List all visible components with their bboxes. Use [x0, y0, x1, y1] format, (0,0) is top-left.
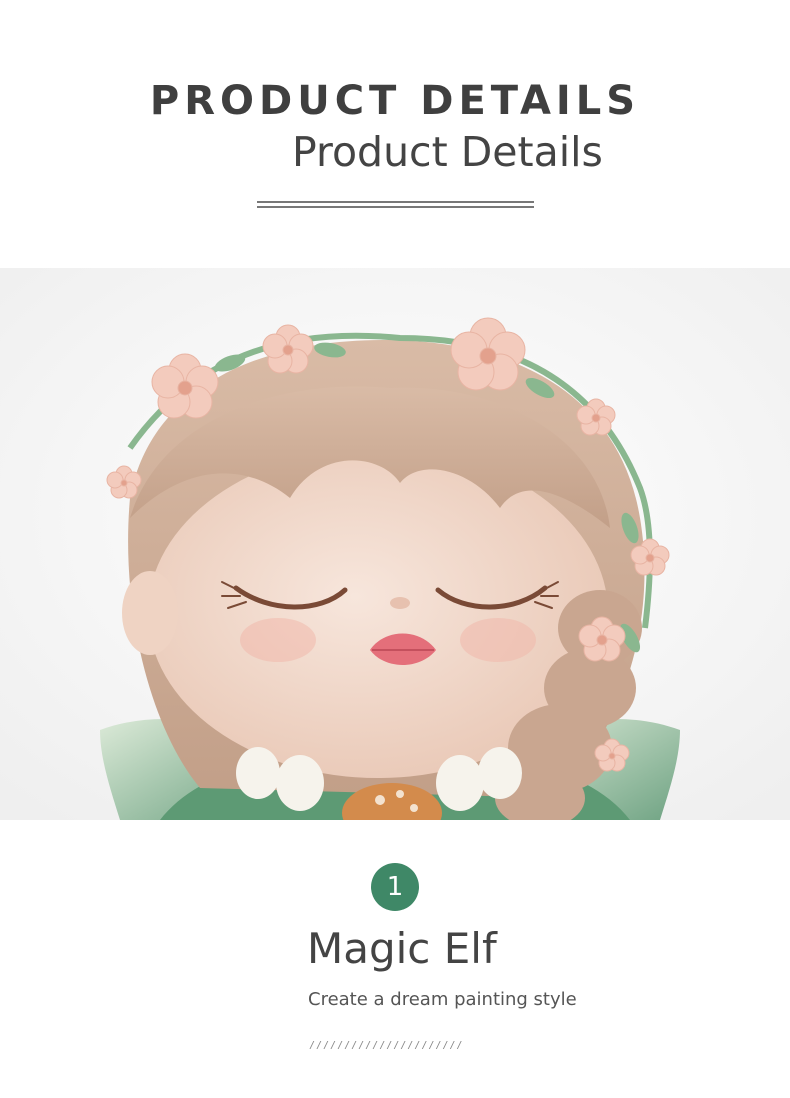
feature-number-badge: 1: [371, 863, 419, 911]
page-title: PRODUCT DETAILS: [149, 78, 641, 124]
page-subtitle: Product Details: [292, 128, 603, 176]
product-photo: [0, 268, 790, 820]
feature-description: Create a dream painting style: [308, 989, 577, 1010]
decorative-slashes: //////////////////////: [309, 1040, 464, 1051]
elf-figurine-illustration: [0, 268, 790, 820]
title-divider-top: [257, 201, 534, 203]
feature-title: Magic Elf: [307, 924, 497, 973]
title-divider-bottom: [257, 206, 534, 208]
